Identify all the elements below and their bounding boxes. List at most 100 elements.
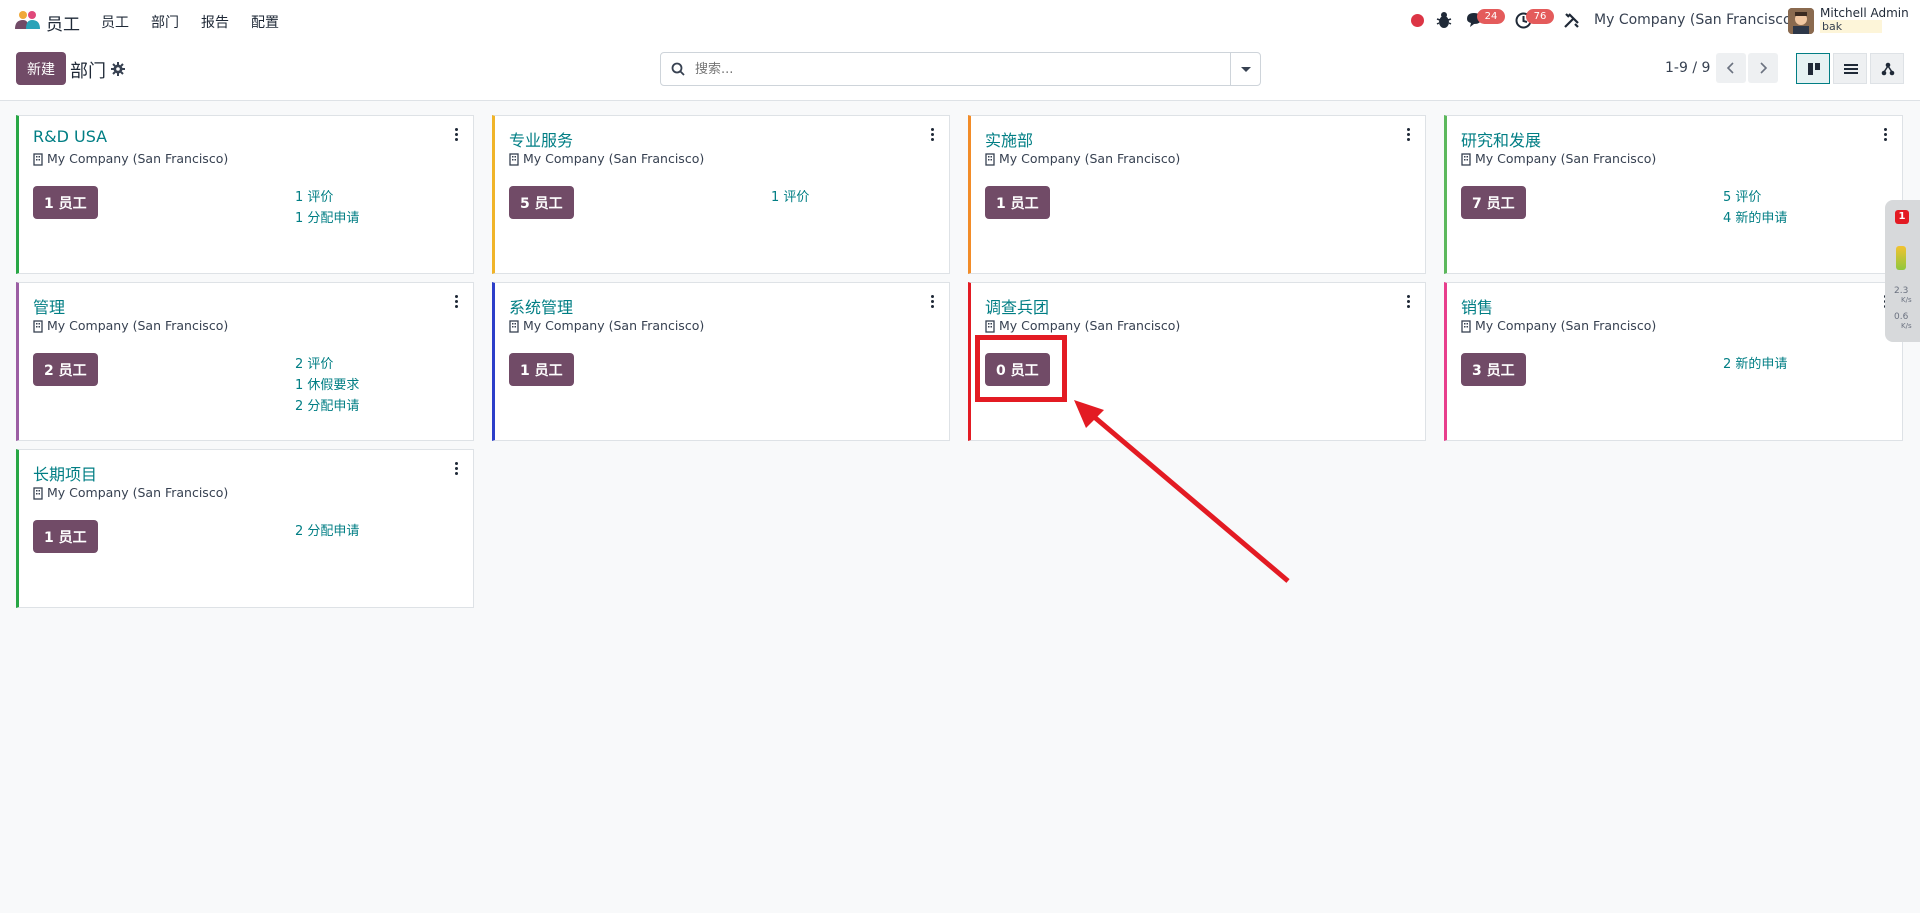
debug-bug-icon[interactable] xyxy=(1436,11,1452,29)
chevron-left-icon xyxy=(1726,62,1734,74)
pager-previous-button[interactable] xyxy=(1716,53,1746,83)
search-input[interactable] xyxy=(693,57,1197,81)
department-name[interactable]: 管理 xyxy=(33,294,65,318)
employees-button[interactable]: 1 员工 xyxy=(33,186,98,219)
list-view-button[interactable] xyxy=(1833,53,1867,84)
stat-link[interactable]: 2 评价 xyxy=(295,353,333,372)
widget-badge: 1 xyxy=(1895,210,1909,224)
hierarchy-view-button[interactable] xyxy=(1870,53,1904,84)
search-icon xyxy=(671,62,685,76)
widget-unit-2: K/s xyxy=(1901,322,1912,330)
app-name[interactable]: 员工 xyxy=(46,10,80,35)
department-company: My Company (San Francisco) xyxy=(47,318,229,333)
stat-link[interactable]: 1 评价 xyxy=(771,186,809,205)
pager-value[interactable]: 1-9 / 9 xyxy=(1665,60,1710,76)
card-menu-icon[interactable] xyxy=(1405,294,1411,310)
database-name: bak xyxy=(1820,20,1883,33)
menu-item-reports[interactable]: 报告 xyxy=(201,12,229,32)
employees-button[interactable]: 1 员工 xyxy=(33,520,98,553)
stat-link[interactable]: 2 分配申请 xyxy=(295,520,359,539)
employees-button[interactable]: 1 员工 xyxy=(509,353,574,386)
network-speed-widget[interactable]: 1 2.3 K/s 0.6 K/s xyxy=(1885,200,1920,342)
kanban-view-button[interactable] xyxy=(1796,53,1830,84)
employees-button[interactable]: 7 员工 xyxy=(1461,186,1526,219)
department-name[interactable]: 研究和发展 xyxy=(1461,127,1541,151)
user-avatar[interactable] xyxy=(1788,8,1814,34)
widget-unit-1: K/s xyxy=(1901,296,1912,304)
card-menu-icon[interactable] xyxy=(1882,127,1888,143)
chevron-down-icon xyxy=(1241,67,1251,72)
building-icon xyxy=(33,153,43,166)
department-name[interactable]: 销售 xyxy=(1461,294,1493,318)
list-icon xyxy=(1844,64,1858,74)
department-name[interactable]: 长期项目 xyxy=(33,461,97,485)
stat-link[interactable]: 2 新的申请 xyxy=(1723,353,1787,372)
employees-button[interactable]: 3 员工 xyxy=(1461,353,1526,386)
page-title: 部门 xyxy=(70,61,106,82)
department-card[interactable]: 长期项目 My Company (San Francisco) 1 员工 2 分… xyxy=(16,449,474,608)
main-menu: 员工 部门 报告 配置 xyxy=(101,12,301,32)
department-name[interactable]: 系统管理 xyxy=(509,294,573,318)
top-navbar: 员工 员工 部门 报告 配置 24 76 My Company (San Fra… xyxy=(0,0,1920,42)
card-menu-icon[interactable] xyxy=(453,461,459,477)
department-company: My Company (San Francisco) xyxy=(999,318,1181,333)
employees-app-icon[interactable] xyxy=(13,9,41,31)
card-menu-icon[interactable] xyxy=(453,294,459,310)
building-icon xyxy=(985,153,995,166)
department-company: My Company (San Francisco) xyxy=(1475,318,1657,333)
department-name[interactable]: 实施部 xyxy=(985,127,1033,151)
new-button[interactable]: 新建 xyxy=(16,52,66,85)
search-bar xyxy=(660,52,1261,86)
stat-link[interactable]: 5 评价 xyxy=(1723,186,1761,205)
building-icon xyxy=(509,153,519,166)
hierarchy-icon xyxy=(1881,62,1895,76)
gear-icon[interactable] xyxy=(111,62,125,76)
annotation-arrow-icon xyxy=(1074,400,1290,583)
stat-link[interactable]: 2 分配申请 xyxy=(295,395,359,414)
building-icon xyxy=(33,487,43,500)
employees-button[interactable]: 1 员工 xyxy=(985,186,1050,219)
card-menu-icon[interactable] xyxy=(453,127,459,143)
department-company: My Company (San Francisco) xyxy=(999,151,1181,166)
menu-item-departments[interactable]: 部门 xyxy=(151,12,179,32)
department-company: My Company (San Francisco) xyxy=(47,485,229,500)
menu-item-employees[interactable]: 员工 xyxy=(101,12,129,32)
user-name[interactable]: Mitchell Admin xyxy=(1820,6,1909,20)
company-switcher[interactable]: My Company (San Francisco) xyxy=(1594,12,1797,28)
department-company: My Company (San Francisco) xyxy=(523,318,705,333)
chevron-right-icon xyxy=(1760,62,1768,74)
pager-next-button[interactable] xyxy=(1748,53,1778,83)
recording-indicator-icon[interactable] xyxy=(1411,14,1424,27)
department-company: My Company (San Francisco) xyxy=(1475,151,1657,166)
card-menu-icon[interactable] xyxy=(929,294,935,310)
stat-link[interactable]: 1 休假要求 xyxy=(295,374,359,393)
menu-item-configuration[interactable]: 配置 xyxy=(251,12,279,32)
card-menu-icon[interactable] xyxy=(1405,127,1411,143)
department-card[interactable]: 系统管理 My Company (San Francisco) 1 员工 xyxy=(492,282,950,441)
control-panel: 新建 部门 1-9 / 9 xyxy=(0,42,1920,101)
stat-link[interactable]: 1 评价 xyxy=(295,186,333,205)
kanban-icon xyxy=(1808,63,1820,75)
department-company: My Company (San Francisco) xyxy=(523,151,705,166)
department-card[interactable]: 实施部 My Company (San Francisco) 1 员工 xyxy=(968,115,1426,274)
stat-link[interactable]: 1 分配申请 xyxy=(295,207,359,226)
department-name[interactable]: 调查兵团 xyxy=(985,294,1049,318)
department-card[interactable]: 管理 My Company (San Francisco) 2 员工 2 评价 … xyxy=(16,282,474,441)
building-icon xyxy=(1461,153,1471,166)
department-card[interactable]: R&D USA My Company (San Francisco) 1 员工 … xyxy=(16,115,474,274)
building-icon xyxy=(33,320,43,333)
department-card[interactable]: 专业服务 My Company (San Francisco) 5 员工 1 评… xyxy=(492,115,950,274)
widget-stat-1: 2.3 xyxy=(1894,286,1909,296)
stat-link[interactable]: 4 新的申请 xyxy=(1723,207,1787,226)
department-card[interactable]: 研究和发展 My Company (San Francisco) 7 员工 5 … xyxy=(1444,115,1903,274)
widget-stat-2: 0.6 xyxy=(1894,312,1909,322)
card-menu-icon[interactable] xyxy=(929,127,935,143)
department-name[interactable]: R&D USA xyxy=(33,127,107,146)
building-icon xyxy=(985,320,995,333)
employees-button[interactable]: 5 员工 xyxy=(509,186,574,219)
tools-icon[interactable] xyxy=(1563,12,1580,29)
department-name[interactable]: 专业服务 xyxy=(509,127,573,151)
employees-button[interactable]: 2 员工 xyxy=(33,353,98,386)
search-options-toggle[interactable] xyxy=(1230,53,1260,85)
department-card[interactable]: 销售 My Company (San Francisco) 3 员工 2 新的申… xyxy=(1444,282,1903,441)
